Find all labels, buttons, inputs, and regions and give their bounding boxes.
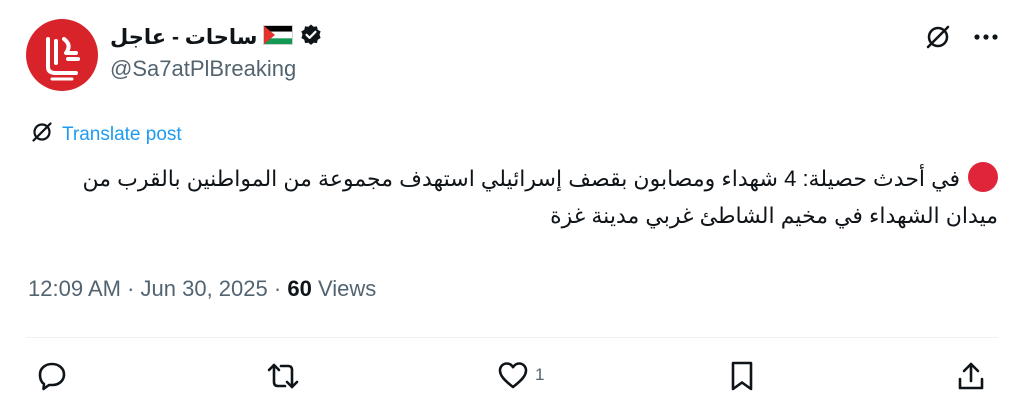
repost-button[interactable] [265,360,301,392]
more-icon[interactable] [974,33,998,41]
views-count: 60 [287,276,312,301]
grok-translate-icon [30,120,54,149]
post-date[interactable]: Jun 30, 2025 [141,276,268,302]
views-label: Views [317,276,377,301]
translate-post-link[interactable]: Translate post [30,120,182,149]
like-icon [498,362,528,389]
like-count: 1 [535,365,545,384]
reply-icon [38,362,66,391]
avatar-logo-icon [46,37,80,81]
repost-icon [267,363,299,389]
meta-separator-2: · [273,276,282,301]
meta-separator: · [127,276,135,301]
share-button[interactable] [955,360,987,392]
post-action-bar: 1 [0,360,1024,400]
post-time[interactable]: 12:09 AM [28,276,121,302]
palestine-flag-icon [263,24,294,50]
post-meta: 12:09 AM · Jun 30, 2025 · 60 Views [28,276,376,302]
share-icon [958,362,984,390]
display-name[interactable]: ساحات - عاجل [110,25,257,50]
account-handle[interactable]: @Sa7atPlBreaking [110,56,296,82]
verified-icon[interactable] [299,23,323,52]
bookmark-icon [731,361,753,391]
red-circle-emoji-icon [968,162,998,192]
divider [26,337,998,338]
avatar[interactable] [26,19,98,91]
translate-post-label[interactable]: Translate post [62,124,182,146]
grok-icon[interactable] [924,23,952,51]
post-text-body: في أحدث حصيلة: 4 شهداء ومصابون بقصف إسرا… [82,166,998,228]
reply-button[interactable] [36,360,68,392]
bookmark-button[interactable] [728,360,756,392]
like-button[interactable]: 1 [497,360,544,390]
account-name-row: ساحات - عاجل [110,22,323,52]
post-text: في أحدث حصيلة: 4 شهداء ومصابون بقصف إسرا… [26,160,998,234]
post-top-actions [924,23,998,51]
